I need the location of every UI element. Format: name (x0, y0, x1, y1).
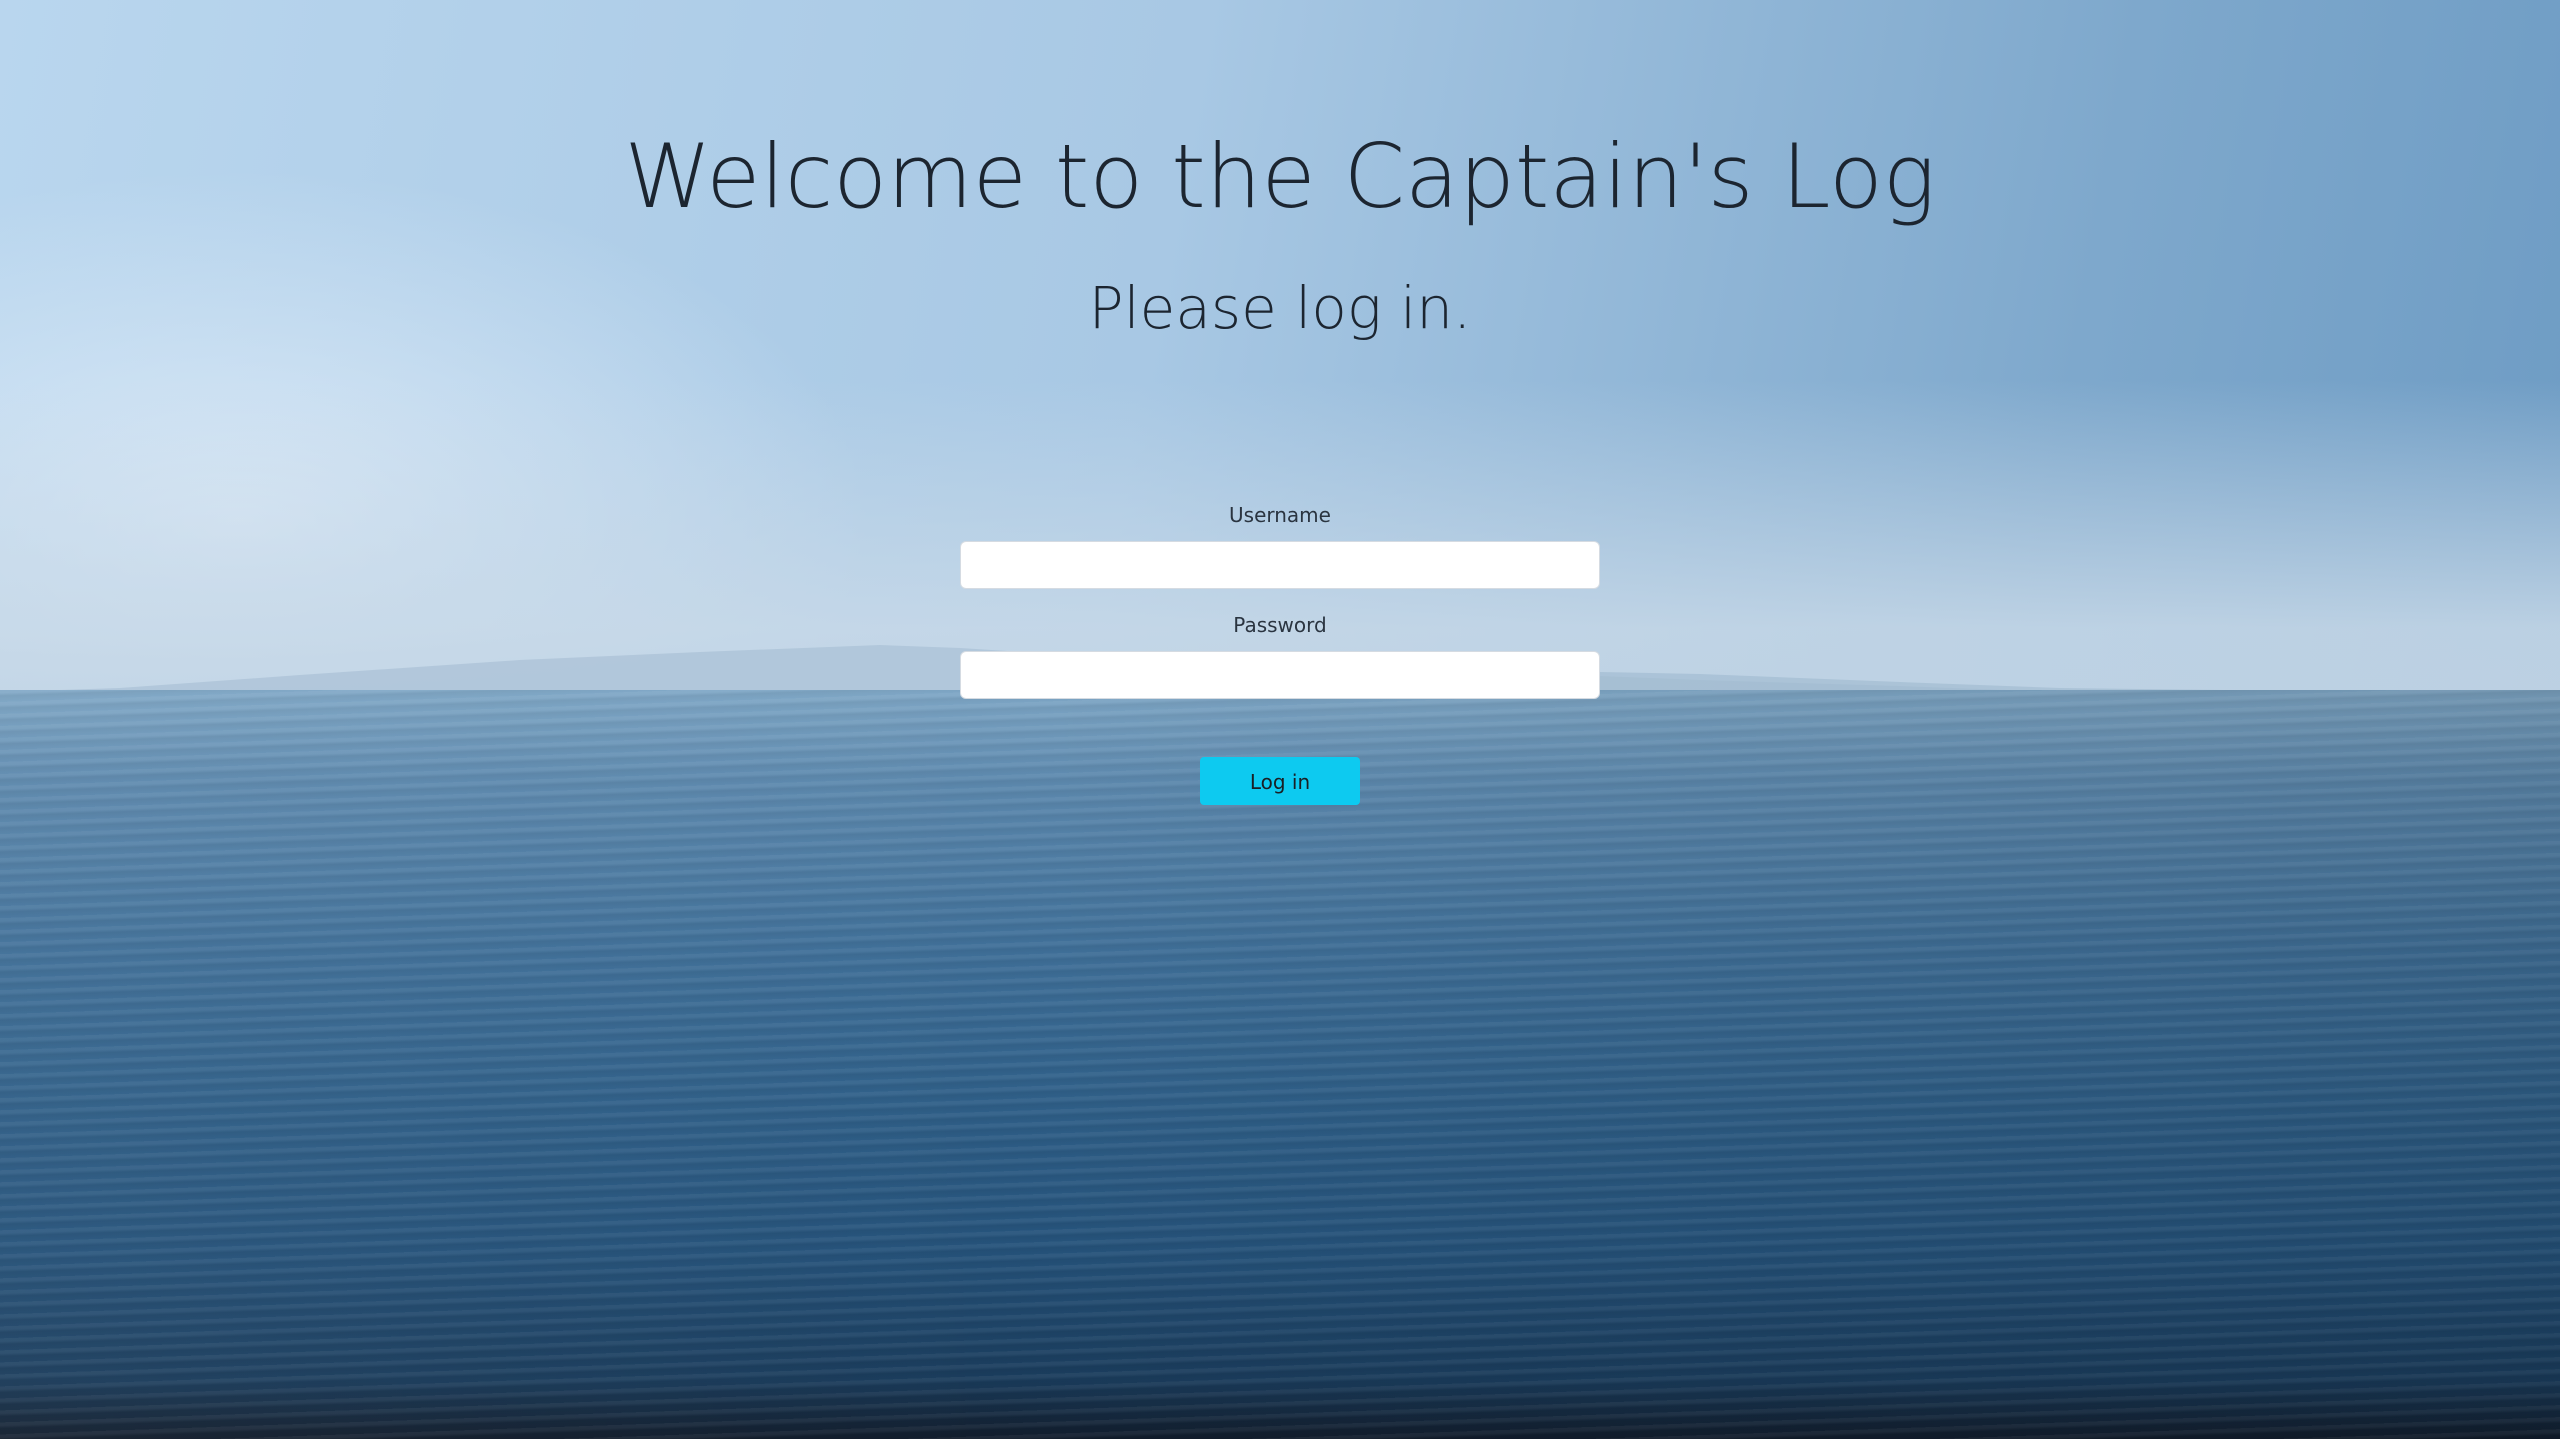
login-content: Welcome to the Captain's Log Please log … (0, 0, 2560, 1439)
username-label: Username (1229, 503, 1331, 527)
page-title: Welcome to the Captain's Log (624, 125, 1936, 228)
field-spacer (960, 589, 1600, 607)
username-input[interactable] (960, 541, 1600, 589)
login-form: Username Password Log in (960, 497, 1600, 805)
login-button[interactable]: Log in (1200, 757, 1360, 805)
login-page: Welcome to the Captain's Log Please log … (0, 0, 2560, 1439)
page-subtitle: Please log in. (1088, 274, 1472, 342)
password-input[interactable] (960, 651, 1600, 699)
password-label: Password (1233, 613, 1327, 637)
